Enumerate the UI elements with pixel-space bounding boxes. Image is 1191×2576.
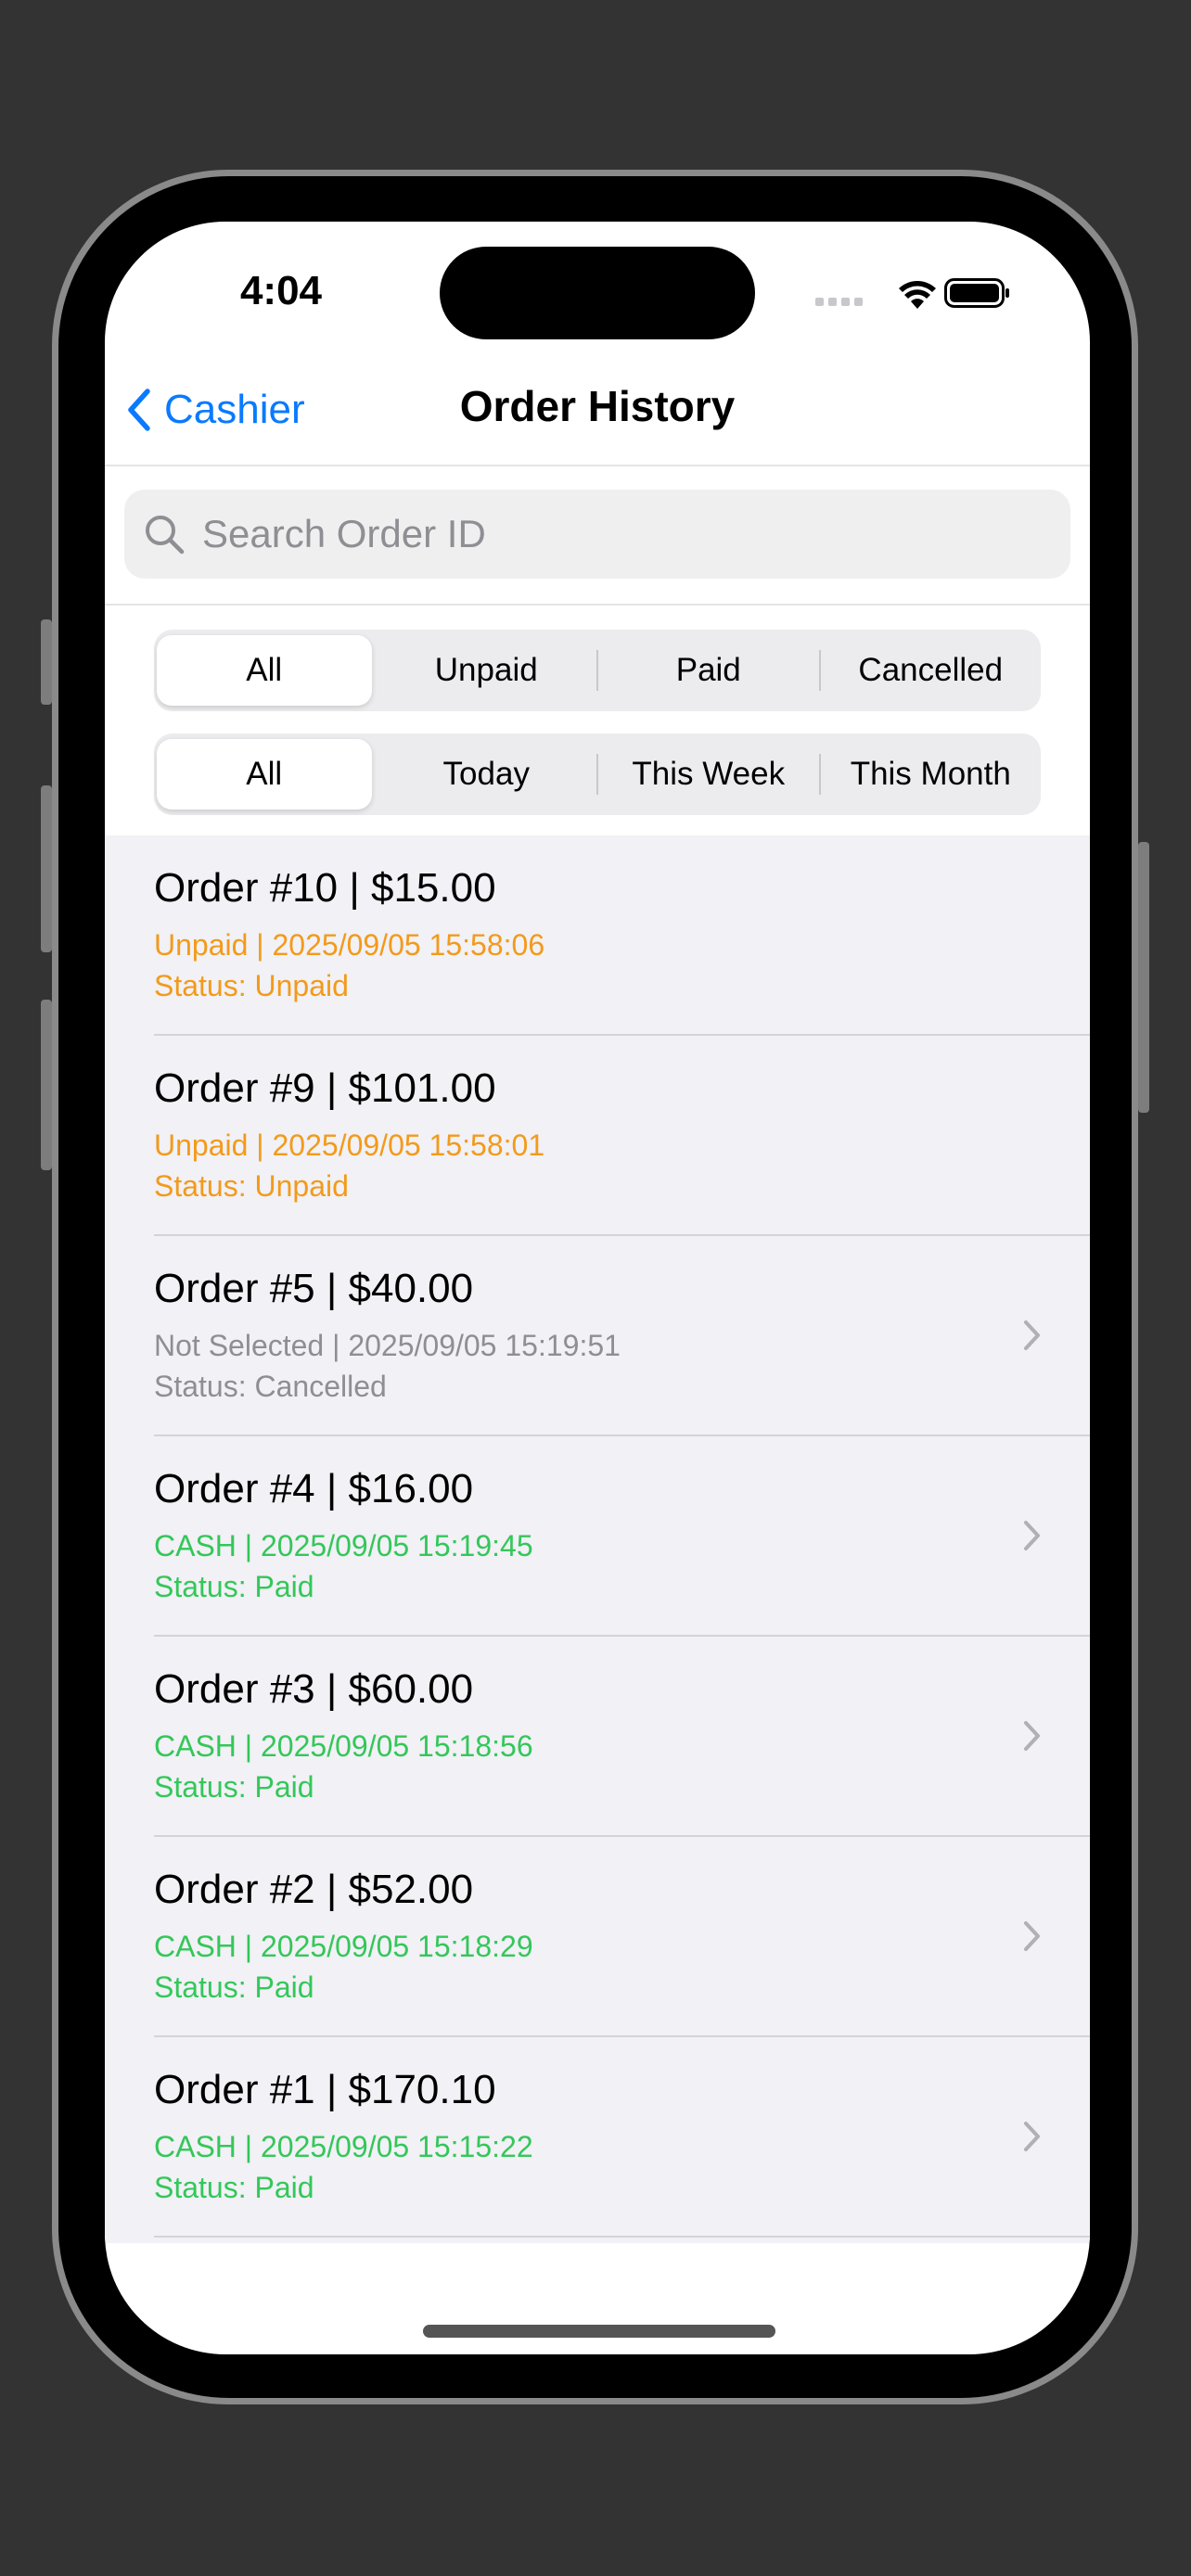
- segment-separator: [818, 650, 821, 691]
- volume-down-button: [41, 1000, 52, 1170]
- order-detail: CASH | 2025/09/05 15:19:45: [154, 1529, 533, 1562]
- search-icon: [146, 516, 185, 555]
- order-detail: Not Selected | 2025/09/05 15:19:51: [154, 1329, 621, 1362]
- order-detail: Unpaid | 2025/09/05 15:58:01: [154, 1129, 545, 1162]
- order-list: Order #10 | $15.00 Unpaid | 2025/09/05 1…: [105, 835, 1090, 2243]
- order-detail: CASH | 2025/09/05 15:15:22: [154, 2130, 533, 2163]
- segment-separator: [596, 650, 598, 691]
- date-filter-this-week[interactable]: This Week: [601, 739, 816, 810]
- order-title: Order #5 | $40.00: [154, 1266, 474, 1311]
- wifi-icon: [899, 281, 936, 309]
- order-row[interactable]: Order #2 | $52.00 CASH | 2025/09/05 15:1…: [105, 1837, 1090, 2037]
- nav-divider: [105, 465, 1090, 466]
- order-status: Status: Paid: [154, 2171, 314, 2204]
- search-input[interactable]: [200, 511, 1070, 557]
- order-row[interactable]: Order #4 | $16.00 CASH | 2025/09/05 15:1…: [105, 1436, 1090, 1637]
- order-title: Order #9 | $101.00: [154, 1065, 496, 1111]
- status-filter-all[interactable]: All: [157, 635, 372, 706]
- chevron-right-icon: [1024, 1521, 1040, 1550]
- order-status: Status: Cancelled: [154, 1370, 387, 1403]
- segment-separator: [818, 754, 821, 795]
- date-filter-all[interactable]: All: [157, 739, 372, 810]
- power-button: [1138, 842, 1149, 1113]
- order-row[interactable]: Order #5 | $40.00 Not Selected | 2025/09…: [105, 1236, 1090, 1436]
- chevron-right-icon: [1024, 1721, 1040, 1751]
- order-row[interactable]: Order #1 | $170.10 CASH | 2025/09/05 15:…: [105, 2037, 1090, 2238]
- segment-separator: [375, 754, 377, 795]
- status-filter-control: All Unpaid Paid Cancelled: [154, 630, 1041, 711]
- page-title: Order History: [459, 382, 736, 430]
- order-status: Status: Paid: [154, 1970, 314, 2004]
- date-filter-control: All Today This Week This Month: [154, 733, 1041, 815]
- order-detail: Unpaid | 2025/09/05 15:58:06: [154, 928, 545, 962]
- chevron-right-icon: [1024, 1921, 1040, 1951]
- order-title: Order #4 | $16.00: [154, 1466, 474, 1511]
- search-bar[interactable]: [124, 490, 1070, 579]
- home-indicator[interactable]: [423, 2325, 775, 2338]
- status-icons: [815, 275, 1010, 312]
- order-status: Status: Paid: [154, 1570, 314, 1603]
- battery-icon: [944, 278, 1009, 308]
- dynamic-island: [440, 247, 755, 339]
- order-title: Order #3 | $60.00: [154, 1666, 474, 1712]
- action-button: [41, 619, 52, 705]
- order-title: Order #2 | $52.00: [154, 1867, 474, 1912]
- status-filter-unpaid[interactable]: Unpaid: [379, 635, 595, 706]
- status-filter-cancelled[interactable]: Cancelled: [824, 635, 1039, 706]
- order-status: Status: Unpaid: [154, 969, 349, 1002]
- segment-separator: [375, 650, 377, 691]
- order-title: Order #10 | $15.00: [154, 865, 496, 911]
- order-row[interactable]: Order #10 | $15.00 Unpaid | 2025/09/05 1…: [105, 835, 1090, 1036]
- chevron-right-icon: [1024, 2122, 1040, 2151]
- status-time: 4:04: [239, 268, 323, 313]
- screen: 4:04 Cashier Order History Search Order …: [105, 222, 1090, 2354]
- order-row[interactable]: Order #3 | $60.00 CASH | 2025/09/05 15:1…: [105, 1637, 1090, 1837]
- segment-separator: [596, 754, 598, 795]
- order-row[interactable]: Order #9 | $101.00 Unpaid | 2025/09/05 1…: [105, 1036, 1090, 1236]
- search-divider: [105, 604, 1090, 606]
- cellular-signal-icon: [815, 298, 863, 306]
- order-status: Status: Paid: [154, 1770, 314, 1804]
- order-status: Status: Unpaid: [154, 1169, 349, 1203]
- order-detail: CASH | 2025/09/05 15:18:56: [154, 1729, 533, 1763]
- chevron-right-icon: [1024, 1320, 1040, 1350]
- date-filter-today[interactable]: Today: [379, 739, 595, 810]
- order-detail: CASH | 2025/09/05 15:18:29: [154, 1930, 533, 1963]
- order-title: Order #1 | $170.10: [154, 2067, 496, 2112]
- volume-up-button: [41, 785, 52, 952]
- status-filter-paid[interactable]: Paid: [601, 635, 816, 706]
- date-filter-this-month[interactable]: This Month: [824, 739, 1039, 810]
- row-divider: [154, 2236, 1090, 2238]
